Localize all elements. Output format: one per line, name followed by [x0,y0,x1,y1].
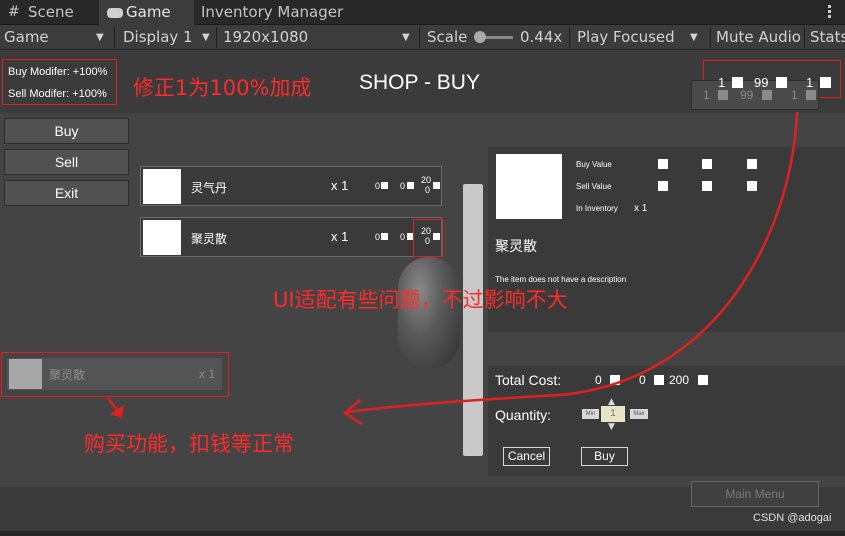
watermark: CSDN @adogai [753,512,832,524]
main-menu-button[interactable]: Main Menu [691,481,819,507]
annotation-arrows [107,111,799,426]
footer-edge [0,531,845,536]
annotation-arrowhead [110,405,124,418]
annotation-arrow-curve [346,111,799,414]
